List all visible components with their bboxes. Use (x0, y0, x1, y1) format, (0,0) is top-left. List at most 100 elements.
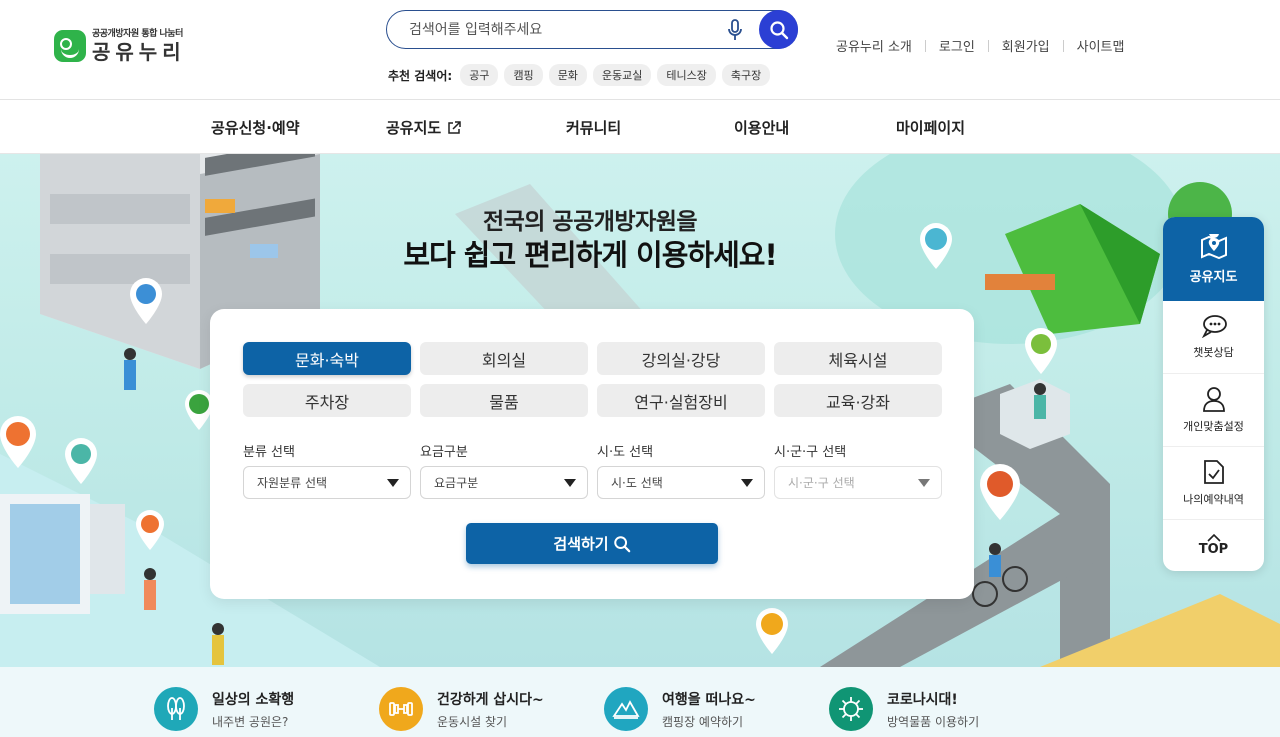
filter-label: 시·도 선택 (597, 445, 654, 460)
resource-category-select[interactable]: 자원분류 선택 (243, 466, 411, 499)
search-icon (769, 20, 788, 39)
quick-personal-settings[interactable]: 개인맞춤설정 (1163, 374, 1264, 447)
chevron-down-icon (564, 478, 576, 487)
hero-banner: 전국의 공공개방자원을 보다 쉽고 편리하게 이용하세요! 문화·숙박 회의실 … (0, 154, 1280, 667)
theme-link-subtitle: 방역물품 이용하기 (887, 714, 980, 729)
category-tab-lecture-hall[interactable]: 강의실·강당 (597, 342, 765, 375)
keyword-tag[interactable]: 운동교실 (592, 64, 652, 86)
map-pin-icon (1025, 328, 1057, 374)
chevron-down-icon (741, 478, 753, 487)
keyword-tag[interactable]: 공구 (460, 64, 499, 86)
theme-link-subtitle: 내주변 공원은? (212, 714, 289, 729)
utility-nav: 공유누리 소개 로그인 회원가입 사이트맵 (836, 36, 1124, 55)
filter-fee: 요금구분 요금구분 (420, 441, 588, 499)
category-tab-goods[interactable]: 물품 (420, 384, 588, 417)
nav-mypage[interactable]: 마이페이지 (896, 117, 965, 138)
map-icon (1200, 233, 1227, 259)
scroll-top-button[interactable]: TOP (1163, 520, 1264, 570)
dumbbell-icon (379, 687, 423, 731)
virus-icon (829, 687, 873, 731)
logo-icon (54, 30, 86, 62)
nav-share-map[interactable]: 공유지도 (386, 117, 461, 138)
chevron-down-icon (387, 478, 399, 487)
category-tab-meeting-room[interactable]: 회의실 (420, 342, 588, 375)
filter-category: 분류 선택 자원분류 선택 (243, 441, 411, 499)
category-tab-culture[interactable]: 문화·숙박 (243, 342, 411, 375)
about-link[interactable]: 공유누리 소개 (836, 36, 912, 55)
search-button[interactable] (759, 10, 798, 49)
chat-icon (1201, 315, 1227, 338)
theme-link-subtitle: 운동시설 찾기 (437, 714, 508, 729)
quick-personal-settings-label: 개인맞춤설정 (1183, 420, 1244, 433)
category-tab-sports[interactable]: 체육시설 (774, 342, 942, 375)
filter-label: 분류 선택 (243, 445, 295, 460)
theme-link-camping[interactable]: 여행을 떠나요~ 캠핑장 예약하기 (604, 687, 756, 731)
quick-chatbot-label: 챗봇상담 (1193, 346, 1234, 359)
tree-icon (154, 687, 198, 731)
user-icon (1202, 387, 1225, 412)
chevron-down-icon (918, 478, 930, 487)
theme-link-title: 건강하게 삽시다~ (437, 691, 544, 708)
chevron-up-icon (1206, 533, 1221, 542)
logo-subtitle: 공공개방자원 통합 나눔터 (92, 29, 183, 39)
quick-chatbot[interactable]: 챗봇상담 (1163, 301, 1264, 374)
fee-type-select[interactable]: 요금구분 (420, 466, 588, 499)
select-value: 시·도 선택 (611, 476, 663, 490)
divider (924, 39, 926, 52)
nav-guide[interactable]: 이용안내 (734, 117, 789, 138)
login-link[interactable]: 로그인 (939, 36, 975, 55)
search-icon (613, 535, 630, 552)
theme-link-quarantine[interactable]: 코로나시대! 방역물품 이용하기 (829, 687, 979, 731)
theme-link-title: 여행을 떠나요~ (662, 691, 756, 708)
filter-row: 분류 선택 자원분류 선택 요금구분 요금구분 시·도 선택 시·도 선택 시·… (243, 441, 942, 499)
microphone-icon[interactable] (727, 19, 743, 41)
document-check-icon (1203, 460, 1224, 484)
quick-share-map[interactable]: 공유지도 (1163, 217, 1264, 301)
quick-menu: 공유지도 챗봇상담 개인맞춤설정 나의예약내역 TOP (1163, 217, 1264, 571)
scroll-top-label: TOP (1198, 541, 1229, 557)
recommended-keywords: 추천 검색어: 공구 캠핑 문화 운동교실 테니스장 축구장 (388, 64, 771, 86)
filter-province: 시·도 선택 시·도 선택 (597, 441, 765, 499)
map-pin-icon (980, 464, 1020, 520)
category-tab-parking[interactable]: 주차장 (243, 384, 411, 417)
header: 공공개방자원 통합 나눔터 공유누리 추천 검색어: 공구 캠핑 문화 운동교실… (0, 0, 1280, 100)
category-tab-education[interactable]: 교육·강좌 (774, 384, 942, 417)
logo-title: 공유누리 (92, 40, 186, 64)
nav-share-map-label: 공유지도 (386, 119, 442, 137)
signup-link[interactable]: 회원가입 (1002, 36, 1050, 55)
filter-label: 시·군·구 선택 (774, 445, 847, 460)
category-tab-lab-equipment[interactable]: 연구·실험장비 (597, 384, 765, 417)
search-submit-button[interactable]: 검색하기 (466, 523, 718, 564)
filter-district: 시·군·구 선택 시·군·구 선택 (774, 441, 942, 499)
nav-community[interactable]: 커뮤니티 (566, 117, 621, 138)
recommend-label: 추천 검색어: (388, 68, 453, 83)
logo[interactable]: 공공개방자원 통합 나눔터 공유누리 (54, 30, 186, 62)
theme-link-park[interactable]: 일상의 소확행 내주변 공원은? (154, 687, 294, 731)
hero-title: 전국의 공공개방자원을 (482, 209, 698, 235)
select-value: 자원분류 선택 (257, 476, 328, 490)
keyword-tag[interactable]: 캠핑 (504, 64, 543, 86)
search-panel: 문화·숙박 회의실 강의실·강당 체육시설 주차장 물품 연구·실험장비 교육·… (210, 309, 974, 599)
theme-link-title: 코로나시대! (887, 691, 958, 708)
quick-my-reservations[interactable]: 나의예약내역 (1163, 447, 1264, 520)
external-link-icon (448, 120, 461, 134)
search-box (386, 10, 798, 49)
select-value: 시·군·구 선택 (788, 476, 855, 490)
keyword-tag[interactable]: 축구장 (721, 64, 771, 86)
map-pin-icon (756, 608, 788, 654)
theme-links-bar: 일상의 소확행 내주변 공원은? 건강하게 삽시다~ 운동시설 찾기 여행을 떠… (0, 667, 1280, 737)
theme-link-title: 일상의 소확행 (212, 691, 295, 708)
filter-label: 요금구분 (420, 445, 468, 460)
search-input[interactable] (409, 19, 709, 41)
nav-reservation[interactable]: 공유신청·예약 (211, 117, 300, 138)
district-select[interactable]: 시·군·구 선택 (774, 466, 942, 499)
province-select[interactable]: 시·도 선택 (597, 466, 765, 499)
keyword-tag[interactable]: 테니스장 (657, 64, 716, 86)
main-nav: 공유신청·예약 공유지도 커뮤니티 이용안내 마이페이지 (0, 100, 1280, 154)
keyword-tag[interactable]: 문화 (548, 64, 587, 86)
theme-link-fitness[interactable]: 건강하게 삽시다~ 운동시설 찾기 (379, 687, 544, 731)
map-pin-icon (185, 390, 213, 430)
sitemap-link[interactable]: 사이트맵 (1077, 36, 1125, 55)
search-submit-label: 검색하기 (553, 535, 609, 553)
mountain-icon (604, 687, 648, 731)
